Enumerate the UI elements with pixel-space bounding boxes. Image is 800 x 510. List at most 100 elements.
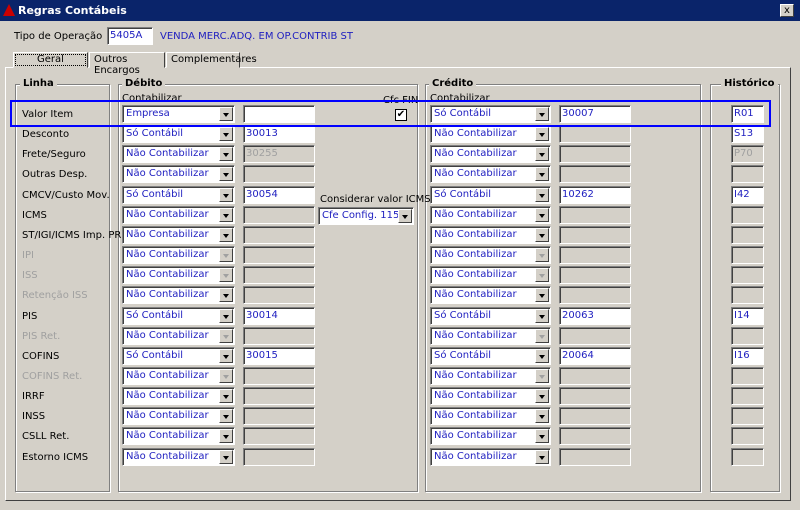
chevron-down-icon[interactable]	[219, 268, 233, 283]
debit-account-input[interactable]: 30014	[243, 306, 315, 325]
debit-select[interactable]: Não Contabilizar	[122, 286, 235, 305]
historico-input[interactable]: S13	[731, 125, 764, 144]
historico-input[interactable]	[731, 326, 764, 345]
chevron-down-icon[interactable]	[535, 348, 549, 363]
credit-select[interactable]: Não Contabilizar	[430, 125, 551, 144]
debit-select[interactable]: Só Contábil	[122, 185, 235, 204]
credit-account-input[interactable]	[559, 266, 631, 285]
chevron-down-icon[interactable]	[535, 147, 549, 162]
debit-account-input[interactable]	[243, 225, 315, 244]
credit-account-input[interactable]: 20064	[559, 346, 631, 365]
credit-select[interactable]: Só Contábil	[430, 346, 551, 365]
historico-input[interactable]	[731, 266, 764, 285]
debit-select[interactable]: Não Contabilizar	[122, 145, 235, 164]
chevron-down-icon[interactable]	[219, 187, 233, 202]
chevron-down-icon[interactable]	[398, 209, 412, 223]
chevron-down-icon[interactable]	[219, 449, 233, 464]
historico-input[interactable]: I16	[731, 346, 764, 365]
debit-account-input[interactable]: 30015	[243, 346, 315, 365]
chevron-down-icon[interactable]	[219, 328, 233, 343]
debit-select[interactable]: Só Contábil	[122, 346, 235, 365]
debit-select[interactable]: Não Contabilizar	[122, 427, 235, 446]
credit-select[interactable]: Só Contábil	[430, 185, 551, 204]
chevron-down-icon[interactable]	[219, 227, 233, 242]
operation-code-input[interactable]: 5405A	[107, 27, 153, 45]
chevron-down-icon[interactable]	[535, 127, 549, 142]
debit-select[interactable]: Não Contabilizar	[122, 266, 235, 285]
credit-account-input[interactable]	[559, 145, 631, 164]
chevron-down-icon[interactable]	[219, 389, 233, 404]
debit-select[interactable]: Não Contabilizar	[122, 225, 235, 244]
chevron-down-icon[interactable]	[535, 288, 549, 303]
debit-account-input[interactable]: 30054	[243, 185, 315, 204]
debit-account-input[interactable]	[243, 366, 315, 385]
credit-account-input[interactable]	[559, 387, 631, 406]
credit-select[interactable]: Não Contabilizar	[430, 407, 551, 426]
chevron-down-icon[interactable]	[535, 409, 549, 424]
chevron-down-icon[interactable]	[219, 127, 233, 142]
credit-select[interactable]: Não Contabilizar	[430, 286, 551, 305]
debit-select[interactable]: Só Contábil	[122, 306, 235, 325]
chevron-down-icon[interactable]	[535, 308, 549, 323]
credit-select[interactable]: Não Contabilizar	[430, 427, 551, 446]
historico-input[interactable]	[731, 225, 764, 244]
credit-account-input[interactable]	[559, 246, 631, 265]
chevron-down-icon[interactable]	[535, 449, 549, 464]
credit-account-input[interactable]	[559, 326, 631, 345]
credit-select[interactable]: Não Contabilizar	[430, 326, 551, 345]
credit-select[interactable]: Não Contabilizar	[430, 246, 551, 265]
debit-account-input[interactable]: 30255	[243, 145, 315, 164]
credit-account-input[interactable]	[559, 165, 631, 184]
historico-input[interactable]	[731, 427, 764, 446]
chevron-down-icon[interactable]	[219, 308, 233, 323]
debit-select[interactable]: Só Contábil	[122, 125, 235, 144]
credit-select[interactable]: Não Contabilizar	[430, 366, 551, 385]
debit-select[interactable]: Não Contabilizar	[122, 246, 235, 265]
chevron-down-icon[interactable]	[535, 167, 549, 182]
credit-account-input[interactable]: 10262	[559, 185, 631, 204]
credit-account-input[interactable]: 20063	[559, 306, 631, 325]
debit-account-input[interactable]	[243, 246, 315, 265]
historico-input[interactable]: I42	[731, 185, 764, 204]
chevron-down-icon[interactable]	[219, 348, 233, 363]
debit-account-input[interactable]	[243, 286, 315, 305]
credit-select[interactable]: Não Contabilizar	[430, 205, 551, 224]
tab-geral[interactable]: Geral	[13, 52, 88, 68]
credit-account-input[interactable]	[559, 225, 631, 244]
debit-account-input[interactable]	[243, 165, 315, 184]
chevron-down-icon[interactable]	[219, 409, 233, 424]
credit-account-input[interactable]	[559, 205, 631, 224]
chevron-down-icon[interactable]	[535, 248, 549, 263]
credit-account-input[interactable]	[559, 447, 631, 466]
chevron-down-icon[interactable]	[535, 389, 549, 404]
tab-complementares[interactable]: Complementares	[166, 52, 257, 68]
debit-select[interactable]: Não Contabilizar	[122, 447, 235, 466]
chevron-down-icon[interactable]	[535, 429, 549, 444]
debit-account-input[interactable]	[243, 266, 315, 285]
credit-account-input[interactable]	[559, 427, 631, 446]
debit-account-input[interactable]	[243, 205, 315, 224]
credit-select[interactable]: Não Contabilizar	[430, 266, 551, 285]
credit-account-input[interactable]	[559, 366, 631, 385]
chevron-down-icon[interactable]	[219, 147, 233, 162]
credit-select[interactable]: Não Contabilizar	[430, 145, 551, 164]
historico-input[interactable]: P70	[731, 145, 764, 164]
debit-select[interactable]: Não Contabilizar	[122, 407, 235, 426]
chevron-down-icon[interactable]	[219, 207, 233, 222]
chevron-down-icon[interactable]	[219, 288, 233, 303]
historico-input[interactable]	[731, 205, 764, 224]
close-button[interactable]: x	[780, 4, 794, 17]
historico-input[interactable]	[731, 447, 764, 466]
credit-account-input[interactable]	[559, 286, 631, 305]
credit-select[interactable]: Só Contábil	[430, 306, 551, 325]
credit-account-input[interactable]	[559, 407, 631, 426]
debit-account-input[interactable]: 30013	[243, 125, 315, 144]
debit-select[interactable]: Não Contabilizar	[122, 205, 235, 224]
chevron-down-icon[interactable]	[535, 187, 549, 202]
chevron-down-icon[interactable]	[535, 227, 549, 242]
debit-select[interactable]: Não Contabilizar	[122, 165, 235, 184]
historico-input[interactable]	[731, 286, 764, 305]
chevron-down-icon[interactable]	[535, 207, 549, 222]
credit-select[interactable]: Não Contabilizar	[430, 225, 551, 244]
chevron-down-icon[interactable]	[535, 368, 549, 383]
